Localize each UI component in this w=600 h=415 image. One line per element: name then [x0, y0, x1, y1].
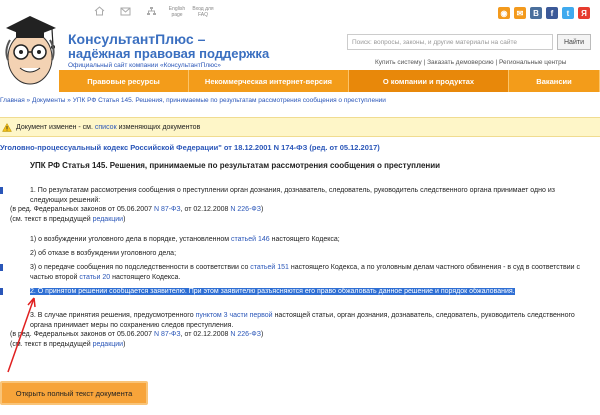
annotation-arrow-icon	[7, 297, 36, 373]
open-full-text-button[interactable]: Открыть полный текст документа	[0, 381, 148, 405]
